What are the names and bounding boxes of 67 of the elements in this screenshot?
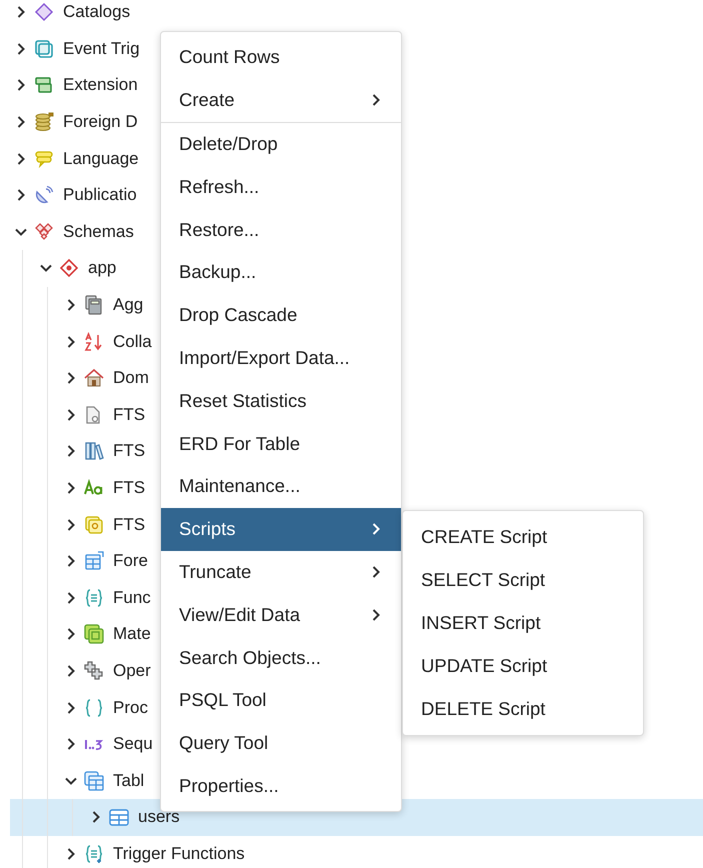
- braces-icon: [84, 698, 104, 718]
- menu-item[interactable]: Count Rows: [161, 36, 401, 79]
- satellite-dish-icon: [34, 185, 54, 206]
- menu-item[interactable]: Maintenance...: [161, 464, 401, 508]
- menu-item[interactable]: Create: [161, 78, 401, 122]
- tree-item-label[interactable]: Sequ: [113, 734, 153, 754]
- menu-item[interactable]: Search Objects...: [161, 636, 401, 679]
- table-icon: [84, 551, 104, 572]
- diamond-cluster-icon: [34, 222, 54, 242]
- square-arrow-icon: [34, 38, 54, 59]
- menu-item[interactable]: DELETE Script: [403, 687, 643, 730]
- search-document-icon: [84, 514, 104, 535]
- menu-item[interactable]: Import/Export Data...: [161, 336, 401, 380]
- tree-item-label[interactable]: Agg: [113, 295, 144, 316]
- tree-item-label[interactable]: Schemas: [63, 222, 134, 242]
- stacked-squares-icon: [34, 75, 54, 96]
- menu-item[interactable]: INSERT Script: [403, 602, 643, 644]
- tables-icon: [84, 770, 104, 791]
- menu-item[interactable]: UPDATE Script: [403, 644, 643, 688]
- tree-item-label[interactable]: Mate: [113, 624, 151, 644]
- tree-item-label[interactable]: FTS: [113, 441, 146, 462]
- tree-item-label[interactable]: FTS: [113, 478, 146, 498]
- tree-item-label[interactable]: FTS: [113, 404, 146, 425]
- diamond-icon: [59, 258, 79, 278]
- menu-item[interactable]: Delete/Drop: [161, 122, 401, 166]
- menu-item[interactable]: View/Edit Data: [161, 593, 401, 636]
- sort-icon: [84, 332, 104, 352]
- tree-item-label[interactable]: Func: [113, 588, 151, 608]
- stacked-squares-icon: [84, 624, 104, 644]
- tree-item-label[interactable]: Oper: [113, 660, 151, 681]
- books-icon: [84, 441, 104, 462]
- menu-item[interactable]: Restore...: [161, 208, 401, 251]
- tree-item-label[interactable]: Foreign D: [63, 112, 138, 132]
- menu-item[interactable]: CREATE Script: [403, 516, 643, 559]
- calculator-icon: [84, 295, 104, 316]
- menu-item[interactable]: Refresh...: [161, 165, 401, 208]
- menu-item[interactable]: Drop Cascade: [161, 294, 401, 337]
- tree-item-label[interactable]: Language: [63, 148, 139, 169]
- tree-item-label[interactable]: Proc: [113, 698, 148, 718]
- menu-item[interactable]: SELECT Script: [403, 558, 643, 602]
- menu-item[interactable]: Scripts: [161, 508, 401, 551]
- menu-item[interactable]: Truncate: [161, 550, 401, 594]
- menu-item[interactable]: Reset Statistics: [161, 379, 401, 422]
- tree-item-label[interactable]: app: [88, 258, 116, 278]
- tree-item-label[interactable]: Publicatio: [63, 185, 137, 206]
- tree-item-label[interactable]: Extension: [63, 75, 138, 96]
- braces-icon: [84, 844, 104, 864]
- tree-item-label[interactable]: users: [138, 807, 180, 828]
- tree-item-label[interactable]: FTS: [113, 514, 146, 535]
- speech-bubble-icon: [34, 148, 54, 169]
- plus-icon: [84, 660, 104, 681]
- menu-item[interactable]: ERD For Table: [161, 422, 401, 465]
- coin-stack-icon: [34, 112, 54, 132]
- tree-item-label[interactable]: Dom: [113, 368, 149, 388]
- tree-item-label[interactable]: Event Trig: [63, 38, 140, 59]
- house-icon: [84, 368, 104, 388]
- menu-item[interactable]: Query Tool: [161, 722, 401, 765]
- tree-item-label[interactable]: Colla: [113, 332, 152, 352]
- menu-item[interactable]: PSQL Tool: [161, 678, 401, 722]
- diamond-icon: [34, 2, 54, 22]
- braces-icon: [84, 588, 104, 608]
- tree-item-label[interactable]: Fore: [113, 551, 148, 572]
- tree-item-label[interactable]: Tabl: [113, 770, 144, 791]
- tree-item-label[interactable]: Trigger Functions: [113, 844, 245, 864]
- tree-item-label[interactable]: Catalogs: [63, 2, 130, 22]
- table-icon: [109, 807, 129, 828]
- menu-item[interactable]: Backup...: [161, 250, 401, 294]
